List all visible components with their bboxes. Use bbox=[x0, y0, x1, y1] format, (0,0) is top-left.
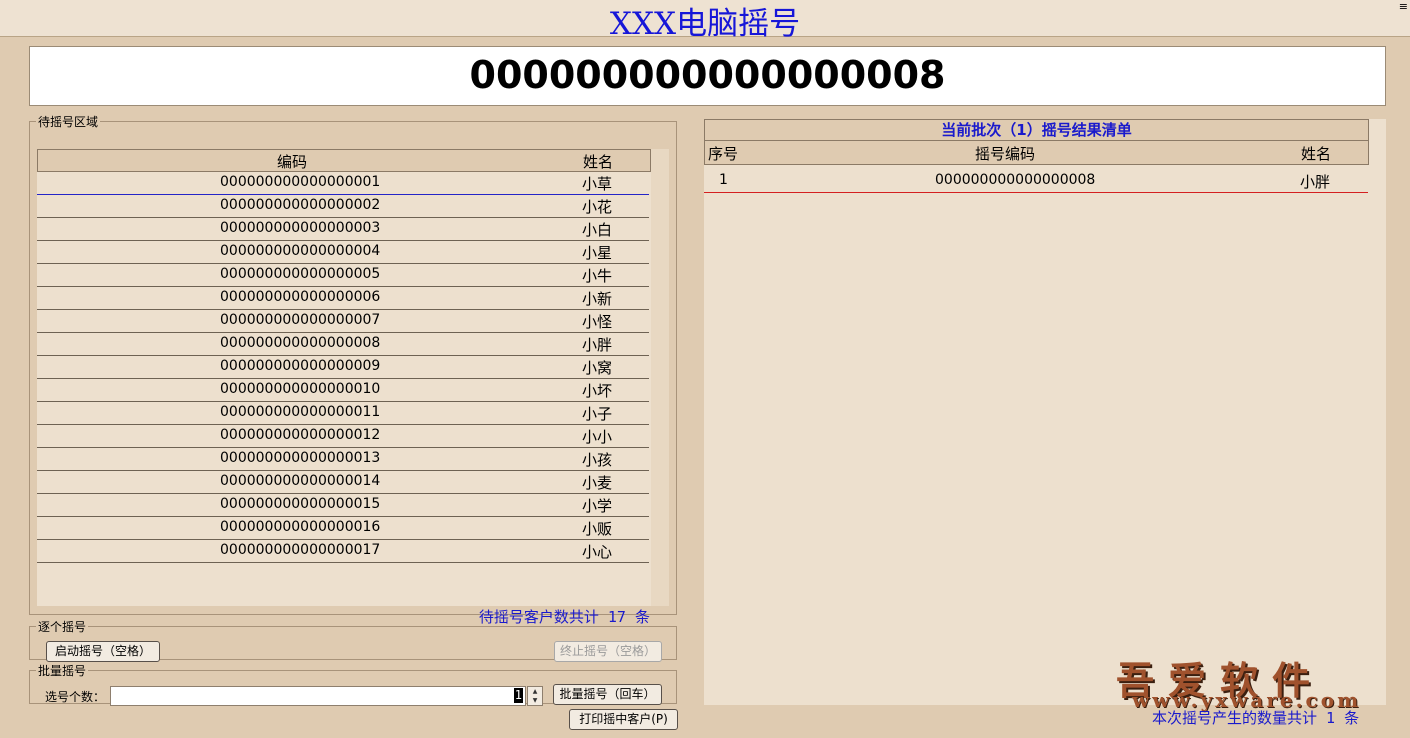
print-winners-button[interactable]: 打印摇中客户(P) bbox=[569, 709, 678, 730]
row-name: 小星 bbox=[582, 244, 613, 262]
row-code: 000000000000000010 bbox=[220, 381, 381, 397]
row-code: 000000000000000009 bbox=[220, 358, 381, 374]
table-row[interactable]: 000000000000000017 小心 bbox=[37, 540, 649, 563]
results-panel: 当前批次（1）摇号结果清单 序号 摇号编码 姓名 1 0000000000000… bbox=[704, 119, 1386, 705]
table-row[interactable]: 000000000000000014 小麦 bbox=[37, 471, 649, 494]
row-code: 000000000000000008 bbox=[220, 335, 381, 351]
current-number: 000000000000000008 bbox=[469, 53, 946, 97]
table-row[interactable]: 000000000000000011 小子 bbox=[37, 402, 649, 425]
table-row[interactable]: 000000000000000016 小贩 bbox=[37, 517, 649, 540]
results-title: 当前批次（1）摇号结果清单 bbox=[704, 119, 1369, 141]
result-name: 小胖 bbox=[1300, 173, 1331, 191]
row-name: 小孩 bbox=[582, 451, 613, 469]
table-row[interactable]: 000000000000000012 小小 bbox=[37, 425, 649, 448]
row-name: 小坏 bbox=[582, 382, 613, 400]
table-row[interactable]: 000000000000000006 小新 bbox=[37, 287, 649, 310]
batch-count-spinner[interactable]: ▲ ▼ bbox=[527, 686, 543, 706]
batch-count-value: 1 bbox=[513, 688, 523, 703]
watermark-logo: 吾爱软件 www.yxware.com bbox=[1112, 650, 1392, 712]
row-name: 小小 bbox=[582, 428, 613, 446]
app-title: XXX电脑摇号 bbox=[609, 6, 801, 42]
column-header-seq[interactable]: 序号 bbox=[708, 143, 738, 164]
row-name: 小怪 bbox=[582, 313, 613, 331]
column-header-draw-code[interactable]: 摇号编码 bbox=[975, 143, 1035, 164]
row-code: 000000000000000006 bbox=[220, 289, 381, 305]
start-draw-button[interactable]: 启动摇号（空格） bbox=[46, 641, 160, 662]
row-code: 000000000000000016 bbox=[220, 519, 381, 535]
results-header: 序号 摇号编码 姓名 bbox=[704, 141, 1369, 165]
row-name: 小牛 bbox=[582, 267, 613, 285]
table-row[interactable]: 000000000000000009 小窝 bbox=[37, 356, 649, 379]
table-row[interactable]: 000000000000000002 小花 bbox=[37, 195, 649, 218]
row-code: 000000000000000007 bbox=[220, 312, 381, 328]
pending-area: 待摇号区域 编码 姓名 000000000000000001 小草 00000000… bbox=[29, 113, 677, 626]
table-row[interactable]: 000000000000000008 小胖 bbox=[37, 333, 649, 356]
table-row[interactable]: 000000000000000004 小星 bbox=[37, 241, 649, 264]
row-code: 000000000000000005 bbox=[220, 266, 381, 282]
row-code: 000000000000000011 bbox=[220, 404, 381, 420]
pending-area-legend: 待摇号区域 bbox=[38, 115, 99, 129]
current-number-display: 000000000000000008 bbox=[29, 46, 1386, 106]
row-name: 小学 bbox=[582, 497, 613, 515]
title-bar: XXX电脑摇号 ≡ bbox=[0, 0, 1410, 42]
table-row[interactable]: 000000000000000015 小学 bbox=[37, 494, 649, 517]
row-code: 000000000000000013 bbox=[220, 450, 381, 466]
batch-count-input[interactable]: 1 bbox=[110, 686, 526, 706]
table-row[interactable]: 000000000000000001 小草 bbox=[37, 172, 649, 195]
single-draw-legend: 逐个摇号 bbox=[38, 620, 87, 634]
row-name: 小白 bbox=[582, 221, 613, 239]
stop-draw-button[interactable]: 终止摇号（空格） bbox=[554, 641, 662, 662]
batch-count-label: 选号个数： bbox=[45, 690, 106, 704]
row-code: 000000000000000015 bbox=[220, 496, 381, 512]
single-draw-group: 逐个摇号 启动摇号（空格） 终止摇号（空格） bbox=[29, 618, 677, 662]
column-header-code[interactable]: 编码 bbox=[277, 151, 307, 172]
table-row[interactable]: 000000000000000010 小坏 bbox=[37, 379, 649, 402]
pending-scrollbar[interactable] bbox=[651, 149, 669, 606]
result-code: 000000000000000008 bbox=[935, 172, 1096, 188]
row-name: 小胖 bbox=[582, 336, 613, 354]
results-count: 本次摇号产生的数量共计 1 条 bbox=[1152, 709, 1360, 727]
pending-grid-header: 编码 姓名 bbox=[37, 149, 651, 172]
table-row[interactable]: 1 000000000000000008 小胖 bbox=[704, 169, 1368, 193]
row-name: 小麦 bbox=[582, 474, 613, 492]
table-row[interactable]: 000000000000000003 小白 bbox=[37, 218, 649, 241]
row-code: 000000000000000002 bbox=[220, 197, 381, 213]
batch-draw-button[interactable]: 批量摇号（回车） bbox=[553, 684, 662, 705]
spin-up-icon[interactable]: ▲ bbox=[528, 687, 542, 696]
row-name: 小心 bbox=[582, 543, 613, 561]
row-code: 000000000000000001 bbox=[220, 174, 381, 190]
row-name: 小新 bbox=[582, 290, 613, 308]
row-code: 000000000000000004 bbox=[220, 243, 381, 259]
pending-grid[interactable]: 编码 姓名 000000000000000001 小草 00000000000000… bbox=[37, 149, 669, 606]
menu-icon[interactable]: ≡ bbox=[1399, 0, 1408, 13]
row-name: 小窝 bbox=[582, 359, 613, 377]
row-name: 小子 bbox=[582, 405, 613, 423]
row-code: 000000000000000014 bbox=[220, 473, 381, 489]
table-row[interactable]: 000000000000000013 小孩 bbox=[37, 448, 649, 471]
row-name: 小贩 bbox=[582, 520, 613, 538]
column-header-result-name[interactable]: 姓名 bbox=[1301, 143, 1331, 164]
batch-draw-legend: 批量摇号 bbox=[38, 664, 87, 678]
spin-down-icon[interactable]: ▼ bbox=[528, 696, 542, 705]
row-code: 000000000000000003 bbox=[220, 220, 381, 236]
table-row[interactable]: 000000000000000007 小怪 bbox=[37, 310, 649, 333]
result-seq: 1 bbox=[719, 172, 728, 188]
column-header-name[interactable]: 姓名 bbox=[583, 151, 613, 172]
row-name: 小花 bbox=[582, 198, 613, 216]
batch-draw-group: 批量摇号 选号个数： 1 ▲ ▼ 批量摇号（回车） bbox=[29, 662, 677, 706]
row-name: 小草 bbox=[582, 175, 613, 193]
table-row[interactable]: 000000000000000005 小牛 bbox=[37, 264, 649, 287]
row-code: 000000000000000017 bbox=[220, 542, 381, 558]
row-code: 000000000000000012 bbox=[220, 427, 381, 443]
